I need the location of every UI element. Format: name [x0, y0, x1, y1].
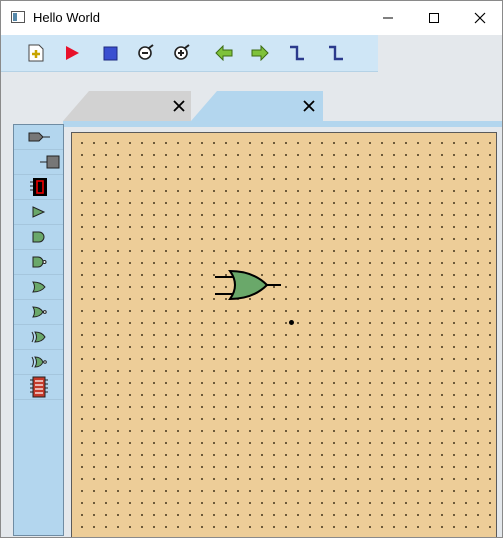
- palette-item-output-pin[interactable]: [14, 150, 63, 175]
- window-title: Hello World: [33, 10, 100, 25]
- close-window-button[interactable]: [457, 1, 502, 35]
- nor-gate-icon: [31, 306, 47, 318]
- chip-icon: [29, 376, 48, 398]
- output-pin-icon: [40, 155, 60, 169]
- circuit-canvas[interactable]: [71, 132, 497, 537]
- app-icon: [11, 11, 25, 23]
- run-button[interactable]: [61, 42, 83, 64]
- palette-item-nand[interactable]: [14, 250, 63, 275]
- tab-bar: [1, 91, 502, 127]
- toolbar: [1, 35, 378, 72]
- route-up-button[interactable]: [286, 42, 308, 64]
- back-button[interactable]: [213, 42, 235, 64]
- arrow-left-icon: [215, 45, 233, 61]
- maximize-icon: [429, 13, 439, 23]
- close-icon: [474, 12, 486, 24]
- palette-item-and[interactable]: [14, 225, 63, 250]
- play-icon: [66, 46, 79, 60]
- xnor-gate-icon: [31, 356, 47, 368]
- buffer-gate-icon: [32, 206, 45, 218]
- palette-item-seven-segment[interactable]: [14, 175, 63, 200]
- palette-item-xor[interactable]: [14, 325, 63, 350]
- input-pin-icon: [28, 132, 50, 142]
- route-down-button[interactable]: [325, 42, 347, 64]
- title-bar: Hello World: [1, 1, 502, 35]
- zoom-out-button[interactable]: [135, 42, 157, 64]
- palette-item-nor[interactable]: [14, 300, 63, 325]
- new-file-icon: [28, 44, 44, 62]
- new-file-button[interactable]: [25, 42, 47, 64]
- palette-item-or[interactable]: [14, 275, 63, 300]
- close-icon[interactable]: [302, 99, 316, 113]
- or-gate-icon[interactable]: [215, 269, 283, 301]
- arrow-right-icon: [251, 45, 269, 61]
- palette-item-buffer[interactable]: [14, 200, 63, 225]
- xor-gate-icon: [31, 331, 46, 343]
- palette-item-xnor[interactable]: [14, 350, 63, 375]
- or-gate-icon: [31, 281, 46, 293]
- stop-icon: [103, 46, 117, 60]
- connection-point[interactable]: [289, 320, 294, 325]
- stop-button[interactable]: [99, 42, 121, 64]
- app-window: Hello World: [0, 0, 503, 538]
- seven-segment-display-icon: [29, 178, 47, 196]
- forward-button[interactable]: [249, 42, 271, 64]
- minimize-button[interactable]: [365, 1, 411, 35]
- component-palette: [13, 124, 64, 536]
- wire-up-icon: [290, 45, 304, 61]
- close-icon[interactable]: [172, 99, 186, 113]
- nand-gate-icon: [32, 256, 46, 268]
- minimize-icon: [383, 17, 393, 19]
- zoom-out-icon: [138, 44, 154, 60]
- zoom-in-icon: [174, 44, 190, 60]
- tab-content-strip: [63, 121, 502, 127]
- palette-item-chip[interactable]: [14, 375, 63, 400]
- zoom-in-button[interactable]: [171, 42, 193, 64]
- palette-item-input-pin[interactable]: [14, 125, 63, 150]
- wire-down-icon: [329, 45, 343, 61]
- maximize-button[interactable]: [411, 1, 457, 35]
- and-gate-icon: [32, 231, 44, 243]
